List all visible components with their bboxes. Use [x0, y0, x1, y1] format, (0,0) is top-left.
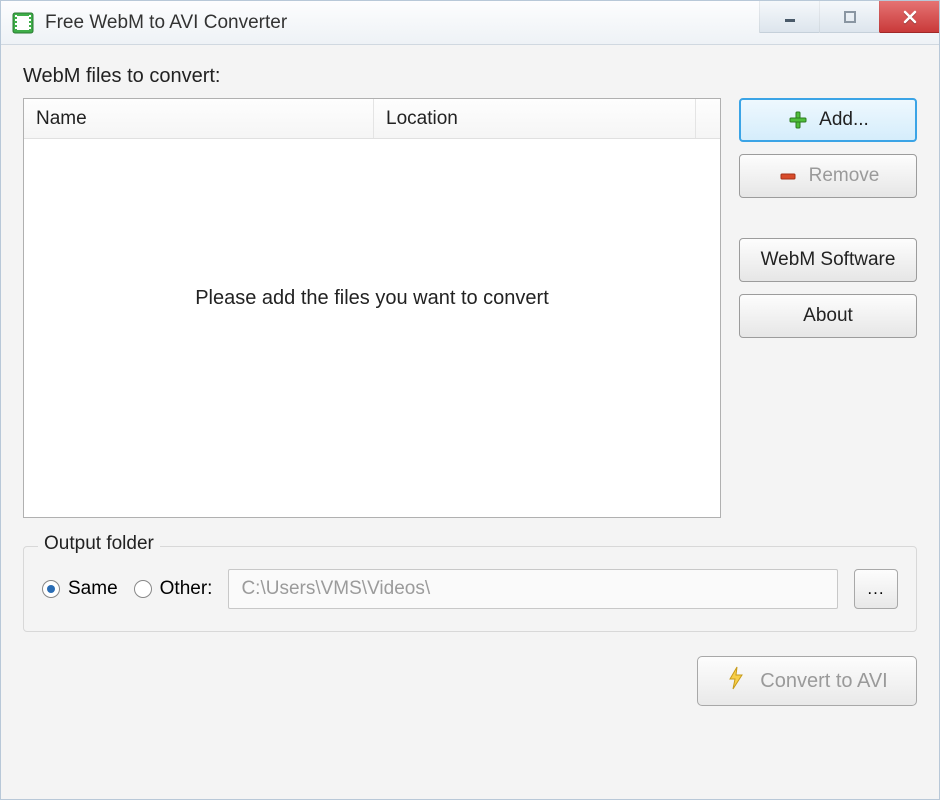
webm-software-label: WebM Software — [761, 249, 896, 271]
browse-button[interactable]: ... — [854, 569, 898, 609]
files-section-label: WebM files to convert: — [23, 65, 917, 88]
remove-button[interactable]: Remove — [739, 154, 917, 198]
close-button[interactable] — [879, 1, 939, 33]
about-label: About — [803, 305, 853, 327]
webm-software-button[interactable]: WebM Software — [739, 238, 917, 282]
output-path-input[interactable] — [228, 569, 838, 609]
window-controls — [759, 1, 939, 33]
output-row: Same Other: ... — [42, 569, 898, 609]
titlebar: Free WebM to AVI Converter — [1, 1, 939, 45]
about-button[interactable]: About — [739, 294, 917, 338]
radio-other-circle — [134, 580, 152, 598]
radio-same-label: Same — [68, 578, 118, 600]
convert-button[interactable]: Convert to AVI — [697, 656, 917, 706]
table-body: Please add the files you want to convert — [24, 139, 720, 517]
column-location[interactable]: Location — [374, 99, 696, 138]
lightning-icon — [726, 665, 746, 697]
remove-button-label: Remove — [809, 165, 880, 187]
radio-same[interactable]: Same — [42, 578, 118, 600]
app-icon — [11, 11, 35, 35]
main-row: Name Location Please add the files you w… — [23, 98, 917, 518]
minimize-button[interactable] — [759, 1, 819, 33]
radio-same-circle — [42, 580, 60, 598]
radio-other-label: Other: — [160, 578, 213, 600]
add-button[interactable]: Add... — [739, 98, 917, 142]
output-folder-group: Output folder Same Other: ... — [23, 546, 917, 632]
output-folder-legend: Output folder — [38, 533, 160, 555]
maximize-button[interactable] — [819, 1, 879, 33]
convert-button-label: Convert to AVI — [760, 670, 887, 693]
radio-other[interactable]: Other: — [134, 578, 213, 600]
content-area: WebM files to convert: Name Location Ple… — [1, 45, 939, 799]
minus-icon — [777, 165, 799, 187]
app-window: Free WebM to AVI Converter WebM files to… — [0, 0, 940, 800]
add-button-label: Add... — [819, 109, 869, 131]
file-list[interactable]: Name Location Please add the files you w… — [23, 98, 721, 518]
window-title: Free WebM to AVI Converter — [45, 12, 287, 34]
column-name[interactable]: Name — [24, 99, 374, 138]
side-buttons: Add... Remove WebM Software About — [739, 98, 917, 518]
empty-placeholder: Please add the files you want to convert — [195, 287, 549, 310]
table-header: Name Location — [24, 99, 720, 139]
plus-icon — [787, 109, 809, 131]
column-spacer — [696, 99, 720, 138]
footer-row: Convert to AVI — [23, 656, 917, 706]
